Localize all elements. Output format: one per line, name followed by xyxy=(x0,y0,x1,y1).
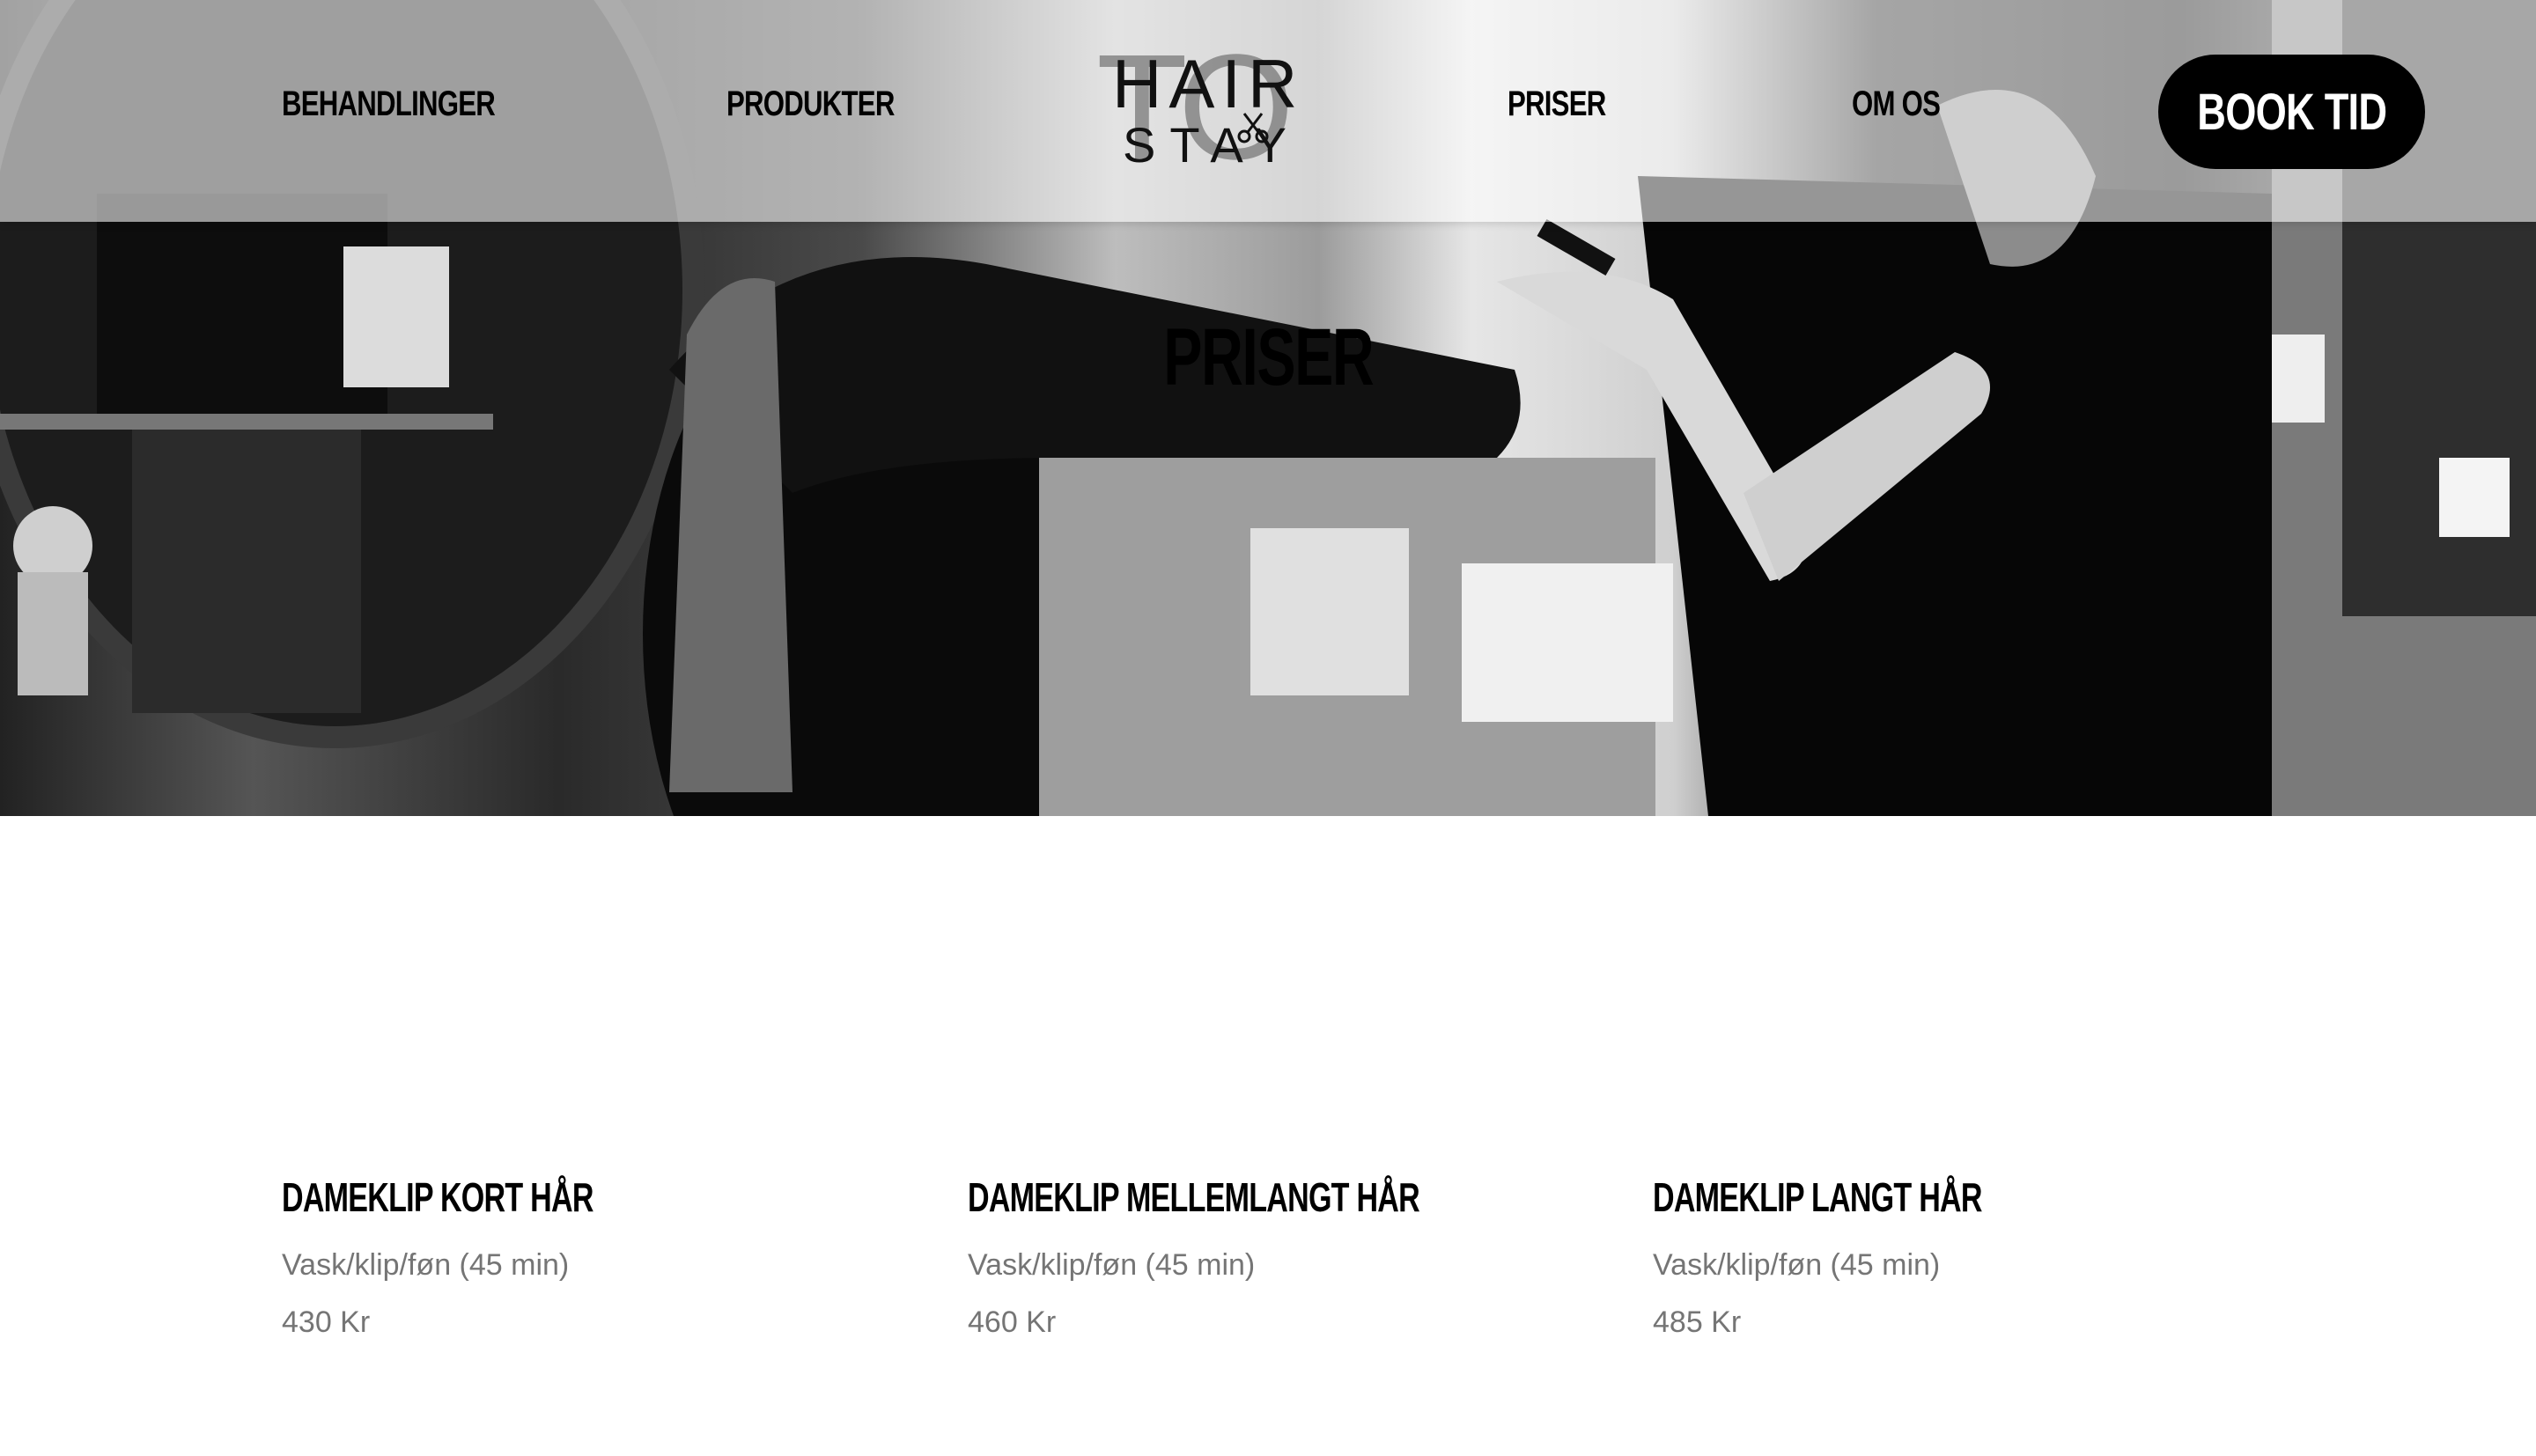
logo-line2: STAY xyxy=(1123,117,1301,173)
price-card: DAMEKLIP LANGT HÅR Vask/klip/føn (45 min… xyxy=(1653,1171,2269,1340)
site-header: BEHANDLINGER PRODUKTER TO HAIR STAY PRIS… xyxy=(0,0,2536,222)
logo[interactable]: TO HAIR STAY xyxy=(1096,33,1301,182)
price-amount: 485 Kr xyxy=(1653,1305,1742,1339)
price-title: DAMEKLIP KORT HÅR xyxy=(282,1174,593,1220)
nav-priser[interactable]: PRISER xyxy=(1508,85,1606,124)
book-tid-button[interactable]: BOOK TID xyxy=(2158,55,2425,169)
price-amount: 430 Kr xyxy=(282,1305,371,1339)
price-list: DAMEKLIP KORT HÅR Vask/klip/føn (45 min)… xyxy=(0,1171,2536,1400)
book-tid-label: BOOK TID xyxy=(2197,83,2387,141)
nav-produkter[interactable]: PRODUKTER xyxy=(726,85,895,124)
price-description: Vask/klip/føn (45 min) xyxy=(282,1248,570,1282)
price-card: DAMEKLIP MELLEMLANGT HÅR Vask/klip/føn (… xyxy=(968,1171,1584,1340)
price-description: Vask/klip/føn (45 min) xyxy=(1653,1248,1941,1282)
page-title: PRISER xyxy=(0,312,2536,404)
price-description: Vask/klip/føn (45 min) xyxy=(968,1248,1256,1282)
price-card: DAMEKLIP KORT HÅR Vask/klip/føn (45 min)… xyxy=(282,1171,898,1340)
logo-line1: HAIR xyxy=(1112,45,1305,122)
scissors-icon xyxy=(1237,113,1269,143)
nav-om-os[interactable]: OM OS xyxy=(1852,85,1941,124)
page-title-text: PRISER xyxy=(1163,312,1374,402)
price-title: DAMEKLIP LANGT HÅR xyxy=(1653,1174,1982,1220)
price-amount: 460 Kr xyxy=(968,1305,1057,1339)
price-title: DAMEKLIP MELLEMLANGT HÅR xyxy=(968,1174,1420,1220)
nav-behandlinger[interactable]: BEHANDLINGER xyxy=(282,85,496,124)
